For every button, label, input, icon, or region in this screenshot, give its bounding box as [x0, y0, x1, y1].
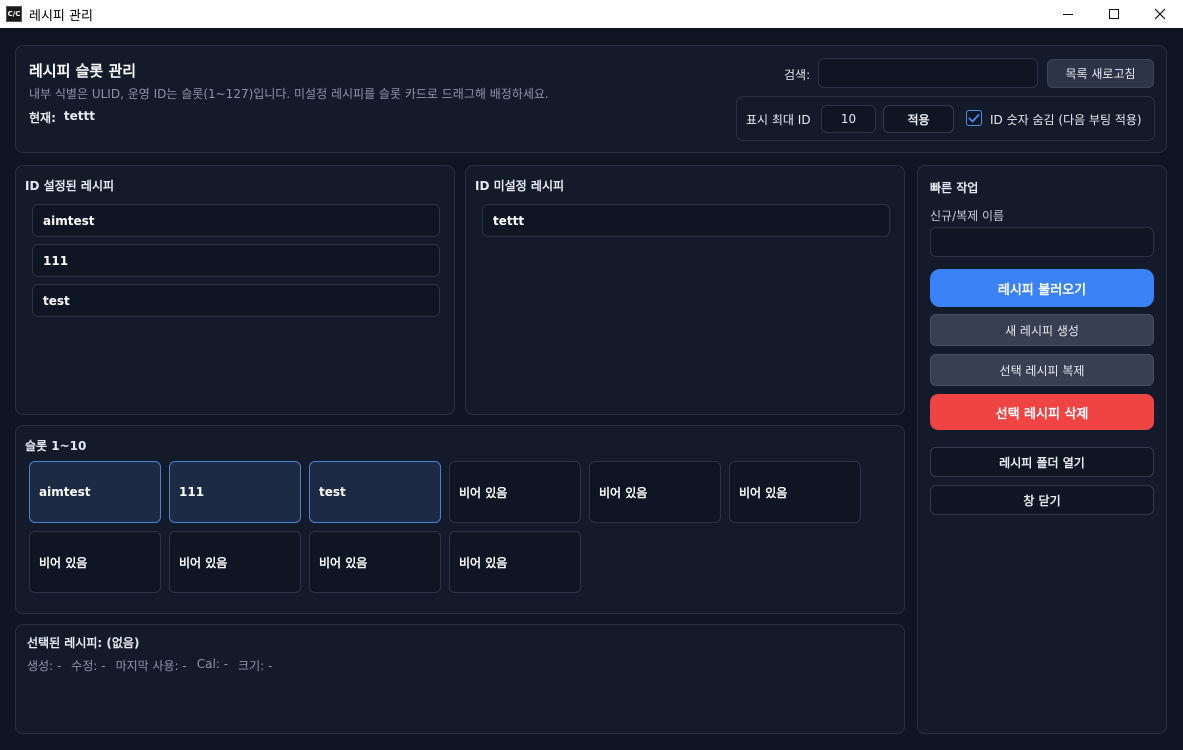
unassigned-title: ID 미설정 레시피: [475, 179, 565, 193]
minimize-icon: [1063, 13, 1073, 15]
list-item[interactable]: aimtest: [32, 204, 440, 237]
search-input[interactable]: [818, 58, 1038, 88]
current-label: 현재:: [29, 111, 56, 125]
assigned-title: ID 설정된 레시피: [25, 179, 115, 193]
max-id-label: 표시 최대 ID: [746, 113, 811, 127]
close-window-button[interactable]: [1137, 0, 1183, 28]
page-description: 내부 식별은 ULID, 운영 ID는 슬롯(1~127)입니다. 미설정 레시…: [29, 87, 549, 101]
maximize-icon: [1109, 9, 1119, 19]
load-recipe-button[interactable]: 레시피 불러오기: [930, 269, 1154, 307]
slot-card-1[interactable]: aimtest: [29, 461, 161, 523]
refresh-list-button[interactable]: 목록 새로고침: [1047, 59, 1154, 88]
assigned-recipes-panel: ID 설정된 레시피 aimtest 111 test: [15, 165, 455, 415]
search-label: 검색:: [784, 68, 811, 82]
list-item[interactable]: tettt: [482, 204, 890, 237]
new-recipe-button[interactable]: 새 레시피 생성: [930, 314, 1154, 346]
app-icon: C/C: [6, 6, 22, 22]
page-title: 레시피 슬롯 관리: [29, 62, 137, 80]
hide-id-checkbox[interactable]: [966, 110, 982, 126]
app-icon-label: C/C: [7, 9, 21, 18]
selected-recipe-title: 선택된 레시피: (없음): [27, 636, 140, 650]
slot-card-2[interactable]: 111: [169, 461, 301, 523]
name-field-label: 신규/복제 이름: [930, 209, 1005, 223]
quick-actions-title: 빠른 작업: [930, 181, 979, 195]
created-text: 생성: -: [27, 659, 62, 673]
slot-card-7[interactable]: 비어 있음: [29, 531, 161, 593]
selected-recipe-panel: 선택된 레시피: (없음) 생성: - 수정: - 마지막 사용: - Cal:…: [15, 624, 905, 734]
modified-text: 수정: -: [71, 659, 106, 673]
duplicate-recipe-button[interactable]: 선택 레시피 복제: [930, 354, 1154, 386]
max-id-input[interactable]: 10: [821, 105, 876, 133]
quick-actions-panel: 빠른 작업 신규/복제 이름 레시피 불러오기 새 레시피 생성 선택 레시피 …: [917, 165, 1167, 734]
unassigned-recipes-panel: ID 미설정 레시피 tettt: [465, 165, 905, 415]
slot-card-5[interactable]: 비어 있음: [589, 461, 721, 523]
list-item[interactable]: 111: [32, 244, 440, 277]
slot-card-10[interactable]: 비어 있음: [449, 531, 581, 593]
header-panel: 레시피 슬롯 관리 내부 식별은 ULID, 운영 ID는 슬롯(1~127)입…: [15, 45, 1167, 153]
maximize-button[interactable]: [1091, 0, 1137, 28]
slot-card-3[interactable]: test: [309, 461, 441, 523]
open-folder-button[interactable]: 레시피 폴더 열기: [930, 447, 1154, 477]
window-title: 레시피 관리: [29, 9, 93, 24]
close-dialog-button[interactable]: 창 닫기: [930, 485, 1154, 515]
slot-card-8[interactable]: 비어 있음: [169, 531, 301, 593]
current-value: tettt: [63, 109, 95, 123]
size-text: 크기: -: [238, 659, 273, 673]
apply-button[interactable]: 적용: [883, 105, 954, 133]
recipe-name-input[interactable]: [930, 227, 1154, 257]
slots-panel: 슬롯 1~10 aimtest 111 test 비어 있음 비어 있음 비어 …: [15, 425, 905, 614]
last-used-text: 마지막 사용: -: [115, 659, 187, 673]
slot-card-4[interactable]: 비어 있음: [449, 461, 581, 523]
list-item[interactable]: test: [32, 284, 440, 317]
selected-recipe-meta: 생성: - 수정: - 마지막 사용: - Cal: - 크기: -: [27, 657, 272, 674]
window-titlebar: C/C 레시피 관리: [0, 0, 1183, 28]
hide-id-label[interactable]: ID 숫자 숨김 (다음 부팅 적용): [990, 111, 1142, 128]
slot-card-9[interactable]: 비어 있음: [309, 531, 441, 593]
cal-text: Cal: -: [196, 657, 229, 671]
close-icon: [1154, 8, 1166, 20]
minimize-button[interactable]: [1045, 0, 1091, 28]
slot-card-6[interactable]: 비어 있음: [729, 461, 861, 523]
delete-recipe-button[interactable]: 선택 레시피 삭제: [930, 394, 1154, 430]
slots-title: 슬롯 1~10: [25, 439, 87, 453]
checkmark-icon: [968, 113, 980, 123]
id-settings-group: 표시 최대 ID 10 적용 ID 숫자 숨김 (다음 부팅 적용): [736, 96, 1155, 141]
current-recipe: 현재: tettt: [29, 109, 95, 126]
